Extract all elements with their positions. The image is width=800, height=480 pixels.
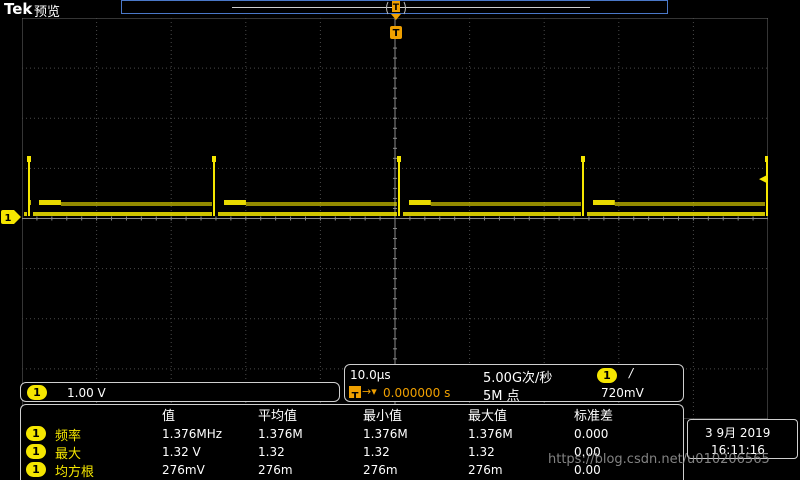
- trigger-offset-icon: T: [349, 386, 361, 402]
- trigger-offset: 0.000000 s: [383, 386, 451, 400]
- trigger-level: 720mV: [601, 386, 644, 400]
- svg-text:T: T: [352, 391, 359, 401]
- waveform-band: [218, 212, 397, 216]
- timebase-panel[interactable]: 10.0μs 5.00G次/秒 1 / T →▾ 0.000000 s 5M 点…: [344, 364, 684, 404]
- waveform-spike-tip: [581, 156, 585, 162]
- measure-header-mean: 平均值: [258, 409, 298, 424]
- trigger-source-badge: 1: [597, 368, 617, 383]
- ch1-ground-marker[interactable]: 1: [0, 209, 22, 229]
- measure-max: 276m: [468, 463, 503, 477]
- measure-channel-badge: 1: [26, 462, 46, 477]
- measure-channel-badge: 1: [26, 426, 46, 441]
- horizontal-scale: 10.0μs: [350, 368, 391, 382]
- measure-row[interactable]: 1 频率 1.376MHz 1.376M 1.376M 1.376M 0.000: [21, 424, 685, 444]
- channel-scale: 1.00 V: [67, 386, 106, 400]
- waveform-high-segment: [409, 200, 431, 205]
- channel-badge: 1: [27, 385, 47, 400]
- measure-header-stddev: 标准差: [574, 409, 614, 424]
- sample-rate: 5.00G次/秒: [483, 371, 553, 386]
- waveform-band: [33, 212, 212, 216]
- measure-mean: 1.376M: [258, 427, 303, 441]
- waveform-band: [614, 202, 765, 206]
- measure-header-min: 最小值: [363, 409, 403, 424]
- waveform-high-segment: [39, 200, 61, 205]
- trigger-slope-icon: /: [629, 366, 634, 380]
- svg-text:T: T: [393, 28, 400, 39]
- waveform-band: [430, 202, 581, 206]
- waveform-band: [24, 212, 27, 216]
- waveform-spike-tip: [27, 156, 31, 162]
- svg-text:1: 1: [5, 213, 12, 224]
- waveform-graticule[interactable]: [22, 18, 768, 419]
- measure-stddev: 0.000: [574, 427, 609, 441]
- measure-name: 均方根: [55, 465, 95, 480]
- measurements-panel[interactable]: 值 平均值 最小值 最大值 标准差 1 频率 1.376MHz 1.376M 1…: [20, 404, 684, 480]
- waveform-band: [403, 212, 581, 216]
- waveform-band: [587, 212, 765, 216]
- trigger-level-arrow-icon: ◀: [759, 172, 768, 185]
- measure-min: 1.376M: [363, 427, 408, 441]
- waveform-spike-tip: [765, 156, 768, 162]
- measure-value: 1.32 V: [162, 445, 201, 459]
- trigger-position-marker[interactable]: T T: [385, 0, 407, 40]
- record-line-left: [232, 7, 442, 8]
- measure-min: 1.32: [363, 445, 390, 459]
- measure-header-max: 最大值: [468, 409, 508, 424]
- measure-min: 276m: [363, 463, 398, 477]
- measure-mean: 276m: [258, 463, 293, 477]
- svg-text:T: T: [393, 3, 400, 13]
- channel-scale-panel[interactable]: 1 1.00 V: [20, 382, 340, 402]
- record-line-right: [414, 7, 590, 8]
- watermark-text: https://blog.csdn.net/u010206565: [548, 452, 770, 467]
- measure-value: 276mV: [162, 463, 205, 477]
- measure-value: 1.376MHz: [162, 427, 223, 441]
- measure-mean: 1.32: [258, 445, 285, 459]
- measure-channel-badge: 1: [26, 444, 46, 459]
- record-length: 5M 点: [483, 389, 520, 404]
- waveform-high-segment: [224, 200, 246, 205]
- brand-logo: Tek: [4, 0, 33, 18]
- measure-max: 1.32: [468, 445, 495, 459]
- waveform-band: [60, 202, 213, 206]
- arrow-right-icon: →▾: [362, 385, 377, 398]
- waveform-spike-tip: [397, 156, 401, 162]
- measure-max: 1.376M: [468, 427, 513, 441]
- date-display: 3 9月 2019: [705, 426, 771, 440]
- waveform-band: [245, 202, 397, 206]
- waveform-high-segment: [593, 200, 615, 205]
- measure-header-value: 值: [162, 409, 176, 424]
- waveform-high-segment: [30, 200, 31, 205]
- waveform-spike-tip: [212, 156, 216, 162]
